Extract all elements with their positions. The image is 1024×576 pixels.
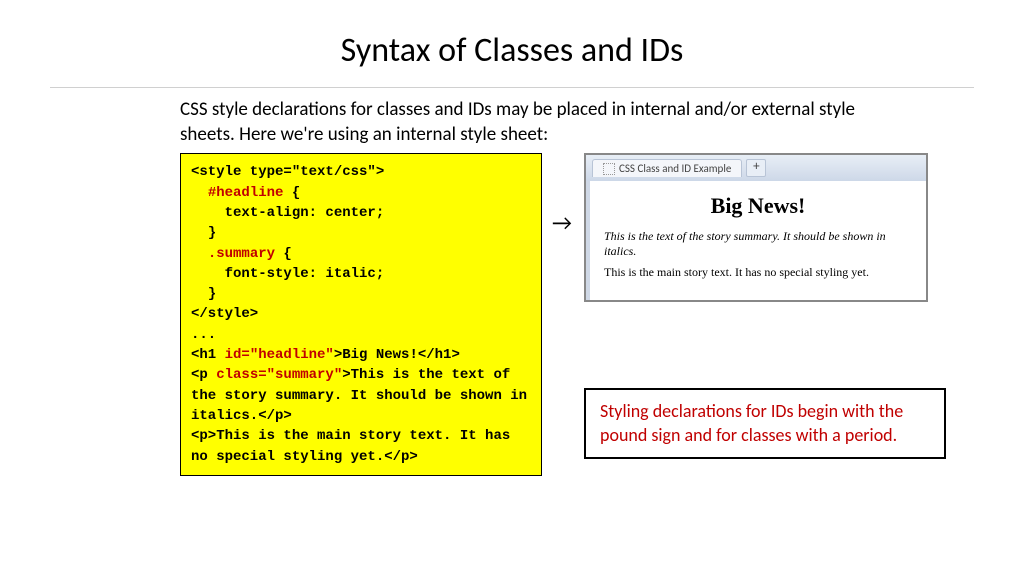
code-line: font-style: italic;	[225, 266, 385, 282]
code-example: <style type="text/css"> #headline { text…	[180, 153, 542, 475]
divider	[50, 87, 974, 88]
page-body: This is the main story text. It has no s…	[604, 265, 912, 280]
code-line: <p	[191, 367, 216, 383]
code-line: text-align: center;	[225, 205, 385, 221]
new-tab-button[interactable]: +	[746, 159, 766, 177]
code-line: {	[275, 246, 292, 262]
code-line: <p>This is the main story text. It has n…	[191, 428, 510, 464]
page-icon	[603, 163, 615, 175]
intro-text: CSS style declarations for classes and I…	[180, 98, 880, 147]
browser-tabbar: CSS Class and ID Example +	[586, 155, 926, 181]
callout-text: Styling declarations for IDs begin with …	[600, 400, 930, 447]
code-line: <style type="text/css">	[191, 164, 384, 180]
code-selector: #headline	[208, 185, 284, 201]
code-attr: id="headline"	[225, 347, 334, 363]
code-attr: class="summary"	[216, 367, 342, 383]
code-line: }	[208, 286, 216, 302]
code-selector: .summary	[208, 246, 275, 262]
page-summary: This is the text of the story summary. I…	[604, 229, 912, 259]
arrow-icon: →	[552, 209, 572, 236]
code-line: ...	[191, 327, 216, 343]
browser-tab[interactable]: CSS Class and ID Example	[592, 159, 742, 177]
tab-label: CSS Class and ID Example	[619, 162, 731, 175]
code-line: <h1	[191, 347, 225, 363]
callout-box: Styling declarations for IDs begin with …	[584, 388, 946, 459]
code-line: </style>	[191, 306, 258, 322]
code-line: }	[208, 225, 216, 241]
slide-title: Syntax of Classes and IDs	[50, 30, 974, 71]
browser-viewport: Big News! This is the text of the story …	[586, 181, 926, 300]
code-line: {	[283, 185, 300, 201]
code-line: >Big News!</h1>	[334, 347, 460, 363]
page-heading: Big News!	[604, 193, 912, 219]
browser-mockup: CSS Class and ID Example + Big News! Thi…	[584, 153, 928, 302]
